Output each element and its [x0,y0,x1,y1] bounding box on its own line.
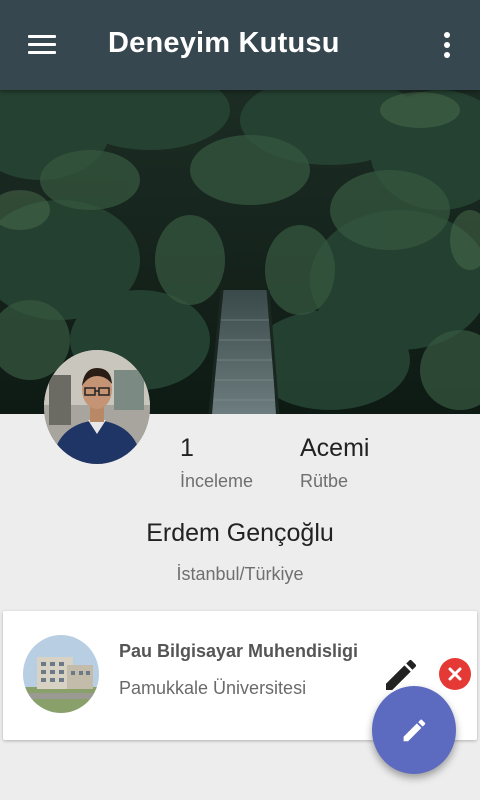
education-title: Pau Bilgisayar Muhendisligi [119,641,359,661]
stat-rank: Acemi Rütbe [300,434,369,492]
school-image [23,635,99,713]
rank-label: Rütbe [300,471,349,491]
avatar[interactable] [44,350,150,464]
hamburger-menu-icon[interactable] [20,26,60,64]
reviews-count: 1 [180,434,194,462]
stat-reviews: 1 İnceleme [180,434,253,492]
education-subtitle: Pamukkale Üniversitesi [119,678,307,698]
profile-location: İstanbul/Türkiye [176,564,304,584]
profile-name: Erdem Gençoğlu [146,519,334,547]
app-title: Deneyim Kutusu [108,27,340,59]
more-vertical-icon[interactable] [432,26,462,64]
app-bar: Deneyim Kutusu [0,0,480,90]
fab-edit-button[interactable] [372,686,456,774]
rank-value: Acemi [300,434,370,462]
reviews-label: İnceleme [180,471,254,491]
